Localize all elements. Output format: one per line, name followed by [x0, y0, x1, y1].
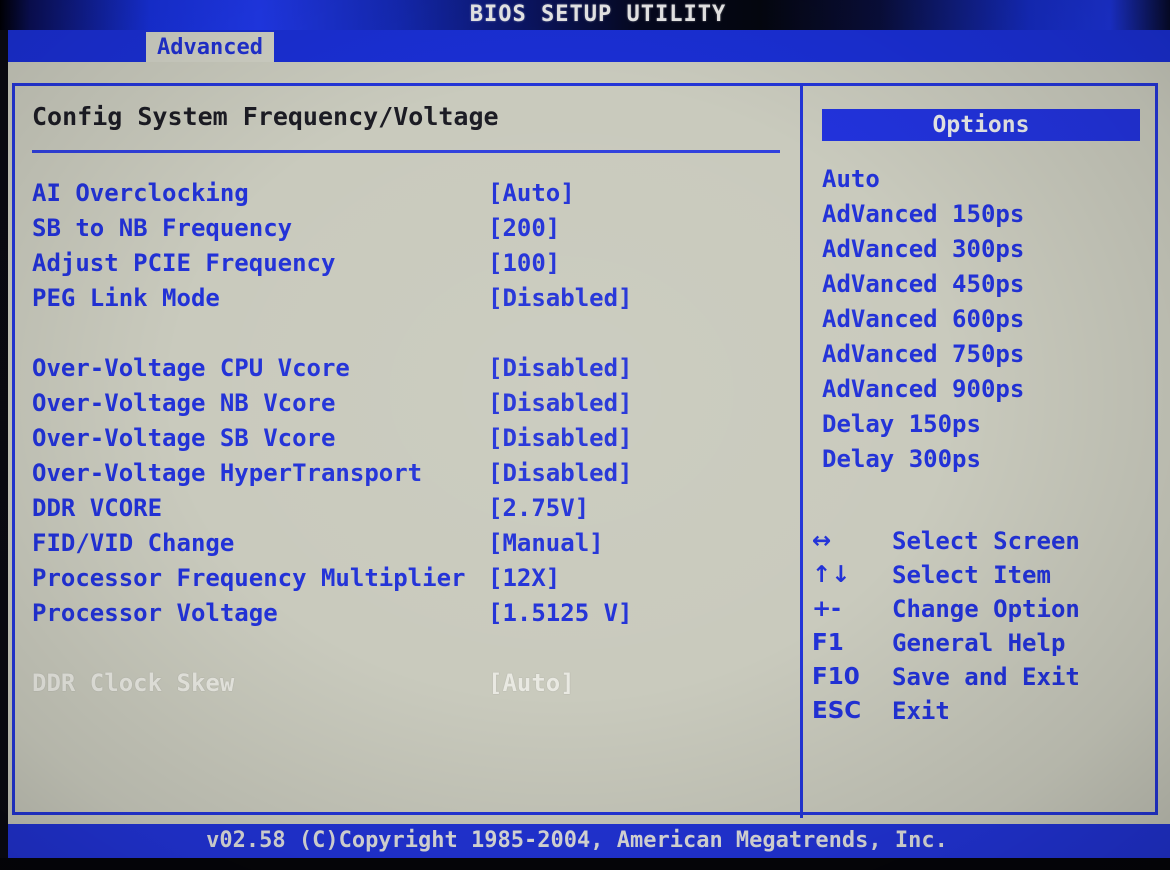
setting-value[interactable]: [Manual]	[488, 526, 604, 561]
setting-value[interactable]: [2.75V]	[488, 491, 589, 526]
f10-key-icon: F10	[812, 664, 860, 690]
setting-label: Over-Voltage NB Vcore	[32, 389, 336, 417]
setting-row[interactable]: Processor Voltage [1.5125 V]	[32, 596, 784, 631]
setting-value: [Auto]	[488, 669, 575, 697]
setting-value[interactable]: [100]	[488, 246, 560, 281]
tab-advanced[interactable]: Advanced	[146, 32, 274, 62]
key-help-label: Change Option	[892, 595, 1080, 623]
setting-value[interactable]: [Disabled]	[488, 281, 633, 316]
setting-row[interactable]: SB to NB Frequency [200]	[32, 211, 784, 246]
settings-list: AI Overclocking [Auto] SB to NB Frequency […	[32, 176, 784, 701]
key-help-label: Save and Exit	[892, 663, 1080, 691]
key-help-row: F1 General Help	[808, 626, 1158, 660]
setting-label: AI Overclocking	[32, 179, 249, 207]
option-item[interactable]: AdVanced 600ps	[822, 302, 1152, 337]
tabstrip-left-edge	[0, 30, 8, 62]
up-down-arrow-icon: ↑↓	[812, 562, 851, 588]
key-help-label: General Help	[892, 629, 1066, 657]
page-title: Config System Frequency/Voltage	[32, 102, 499, 131]
setting-label: DDR Clock Skew	[32, 669, 235, 697]
key-help-label: Select Screen	[892, 527, 1080, 555]
setting-label: Over-Voltage HyperTransport	[32, 459, 423, 487]
key-help-label: Exit	[892, 697, 950, 725]
setting-row[interactable]: AI Overclocking [Auto]	[32, 176, 784, 211]
menu-tab-strip: Advanced	[0, 30, 1170, 62]
option-item[interactable]: AdVanced 150ps	[822, 197, 1152, 232]
screen-bottom-edge	[0, 858, 1170, 870]
key-help-row: F10 Save and Exit	[808, 660, 1158, 694]
setting-label: Over-Voltage SB Vcore	[32, 424, 336, 452]
option-item[interactable]: AdVanced 900ps	[822, 372, 1152, 407]
setting-label: Over-Voltage CPU Vcore	[32, 354, 350, 382]
setting-value[interactable]: [Disabled]	[488, 456, 633, 491]
option-item[interactable]: AdVanced 450ps	[822, 267, 1152, 302]
options-list: Auto AdVanced 150ps AdVanced 300ps AdVanced…	[822, 162, 1152, 477]
setting-row[interactable]: Over-Voltage SB Vcore [Disabled]	[32, 421, 784, 456]
setting-label: FID/VID Change	[32, 529, 235, 557]
setting-row: DDR Clock Skew [Auto]	[32, 666, 784, 701]
option-item[interactable]: Auto	[822, 162, 1152, 197]
option-item[interactable]: Delay 150ps	[822, 407, 1152, 442]
setting-value[interactable]: [Disabled]	[488, 421, 633, 456]
left-right-arrow-icon: ↔	[812, 528, 832, 554]
copyright-text: v02.58 (C)Copyright 1985-2004, American …	[206, 828, 948, 853]
setting-label: Adjust PCIE Frequency	[32, 249, 336, 277]
setting-value[interactable]: [Disabled]	[488, 386, 633, 421]
setting-label: SB to NB Frequency	[32, 214, 293, 242]
setting-row[interactable]: Over-Voltage NB Vcore [Disabled]	[32, 386, 784, 421]
footer-bar: v02.58 (C)Copyright 1985-2004, American …	[0, 824, 1170, 858]
option-item[interactable]: AdVanced 750ps	[822, 337, 1152, 372]
setting-value[interactable]: [Disabled]	[488, 351, 633, 386]
key-help-row: +- Change Option	[808, 592, 1158, 626]
key-help-row: ESC Exit	[808, 694, 1158, 728]
setting-label: Processor Frequency Multiplier	[32, 564, 466, 592]
option-item[interactable]: Delay 300ps	[822, 442, 1152, 477]
setting-row[interactable]: Processor Frequency Multiplier [12X]	[32, 561, 784, 596]
setting-label: PEG Link Mode	[32, 284, 220, 312]
setting-row[interactable]: Over-Voltage CPU Vcore [Disabled]	[32, 351, 784, 386]
body-left-edge	[0, 62, 8, 824]
title-bar: BIOS SETUP UTILITY	[0, 0, 1170, 30]
setting-label: Processor Voltage	[32, 599, 278, 627]
option-item[interactable]: AdVanced 300ps	[822, 232, 1152, 267]
key-help-row: ↑↓ Select Item	[808, 558, 1158, 592]
setting-value[interactable]: [1.5125 V]	[488, 596, 633, 631]
setting-row[interactable]: PEG Link Mode [Disabled]	[32, 281, 784, 316]
options-header: Options	[822, 109, 1140, 141]
setting-row[interactable]: Over-Voltage HyperTransport [Disabled]	[32, 456, 784, 491]
setting-row[interactable]: DDR VCORE [2.75V]	[32, 491, 784, 526]
setting-value[interactable]: [12X]	[488, 561, 560, 596]
bios-setup-screen: BIOS SETUP UTILITY Advanced Config Syste…	[0, 0, 1170, 870]
window-title: BIOS SETUP UTILITY	[469, 2, 727, 27]
setting-row[interactable]: FID/VID Change [Manual]	[32, 526, 784, 561]
options-pane: Options Auto AdVanced 150ps AdVanced 300ps…	[800, 84, 1160, 804]
key-help-label: Select Item	[892, 561, 1051, 589]
setting-row[interactable]: Adjust PCIE Frequency [100]	[32, 246, 784, 281]
f1-key-icon: F1	[812, 630, 844, 656]
key-help-row: ↔ Select Screen	[808, 524, 1158, 558]
settings-pane: Config System Frequency/Voltage AI Overc…	[18, 84, 786, 804]
title-divider-rule	[32, 150, 780, 153]
key-help-list: ↔ Select Screen ↑↓ Select Item +- Change Opti…	[808, 524, 1158, 728]
setting-value[interactable]: [Auto]	[488, 176, 575, 211]
setting-label: DDR VCORE	[32, 494, 163, 522]
setting-value[interactable]: [200]	[488, 211, 560, 246]
plus-minus-icon: +-	[812, 596, 841, 622]
esc-key-icon: ESC	[812, 698, 862, 724]
